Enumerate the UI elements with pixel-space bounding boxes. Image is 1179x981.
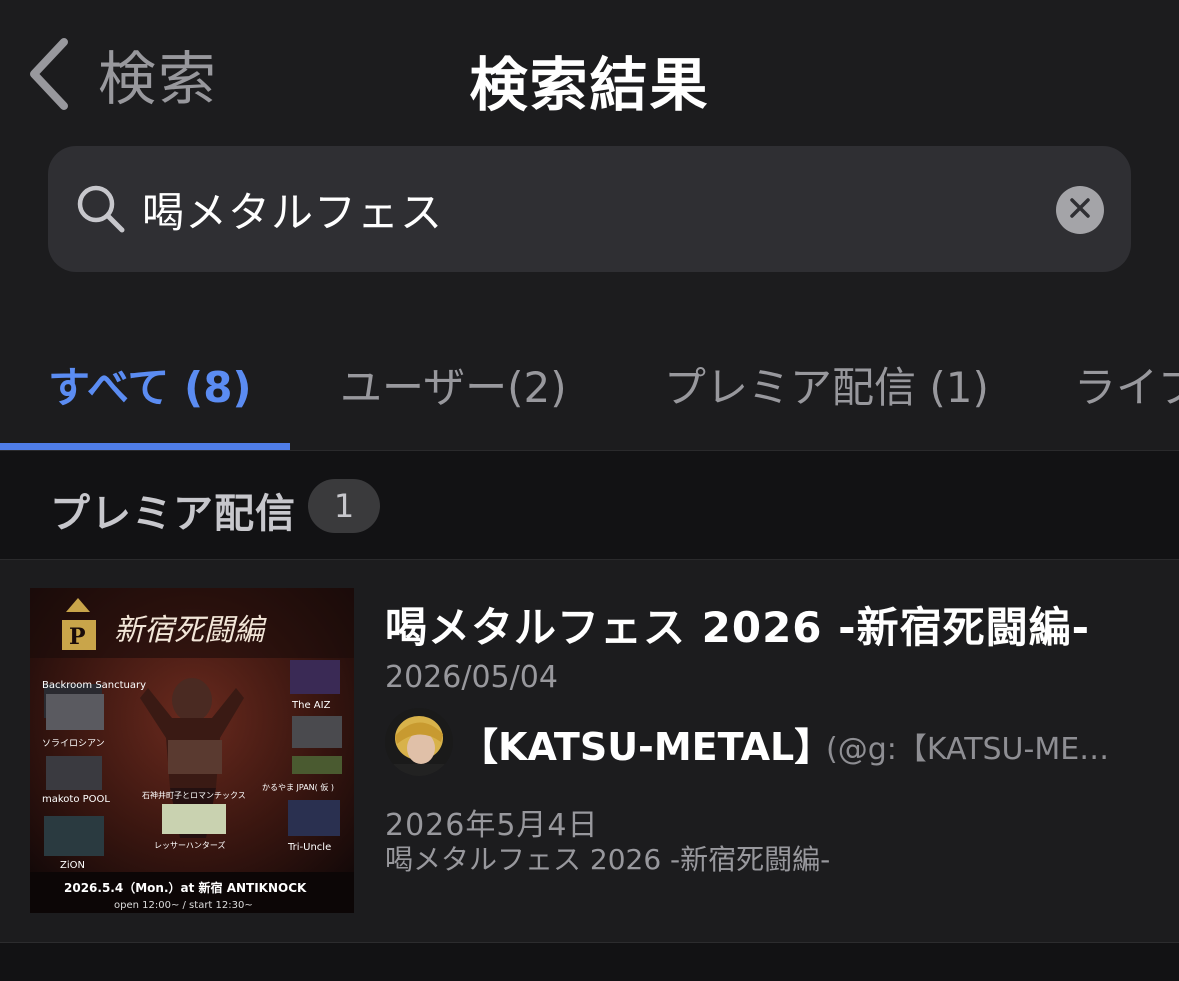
tab-premiere[interactable]: プレミア配信 (1) [664, 354, 989, 415]
poster-band-name: makoto POOL [42, 794, 110, 805]
poster-heading: 新宿死闘編 [114, 613, 267, 648]
section-header: プレミア配信 1 [0, 451, 1179, 560]
poster-date-venue: 2026.5.4（Mon.）at 新宿 ANTIKNOCK [64, 880, 307, 895]
close-icon [1069, 197, 1091, 223]
list-bottom-area [0, 943, 1179, 981]
poster-band-name: かるやま JPAN( 仮 ) [262, 782, 334, 792]
poster-band-name: 石神井町子とロマンチックス [142, 790, 246, 800]
page-title: 検索結果 [469, 51, 710, 119]
avatar[interactable] [385, 708, 453, 776]
poster-band-name: The AIZ [291, 700, 331, 711]
result-date: 2026/05/04 [385, 660, 558, 695]
poster-band-name: ZiON [60, 860, 85, 871]
navigation-bar: 検索 検索結果 [0, 0, 1179, 150]
search-icon [76, 184, 126, 238]
filter-tabs: すべて (8) ユーザー(2) プレミア配信 (1) ライブ [0, 330, 1179, 451]
search-bar [48, 146, 1131, 272]
result-description-title: 喝メタルフェス 2026 -新宿死闘編- [385, 843, 831, 876]
section-count-badge: 1 [308, 479, 380, 533]
clear-search-button[interactable] [1056, 186, 1104, 234]
poster-band-name: レッサーハンターズ [154, 840, 225, 850]
search-input[interactable] [142, 176, 1022, 242]
active-tab-indicator [0, 443, 290, 450]
poster-logo-letter: P [69, 624, 86, 650]
section-title: プレミア配信 [50, 491, 296, 537]
event-poster-thumbnail[interactable]: P 新宿死闘編 Backroom Sanctuary The AIZ ソライロシ… [30, 588, 354, 913]
poster-band-name: Tri-Uncle [287, 842, 331, 853]
poster-times: open 12:00~ / start 12:30~ [114, 900, 253, 911]
result-user-handle: (@g:【KATSU-ME… [826, 732, 1110, 767]
tab-all[interactable]: すべて (8) [48, 354, 252, 415]
result-title[interactable]: 喝メタルフェス 2026 -新宿死闘編- [385, 594, 1090, 655]
tab-users[interactable]: ユーザー(2) [340, 354, 567, 415]
search-result-item[interactable]: P 新宿死闘編 Backroom Sanctuary The AIZ ソライロシ… [0, 560, 1179, 943]
tab-live[interactable]: ライブ [1074, 354, 1179, 415]
poster-band-name: ソライロシアン [42, 738, 105, 749]
poster-band-name: Backroom Sanctuary [42, 680, 146, 691]
result-user-name[interactable]: 【KATSU-METAL】 [460, 716, 832, 771]
